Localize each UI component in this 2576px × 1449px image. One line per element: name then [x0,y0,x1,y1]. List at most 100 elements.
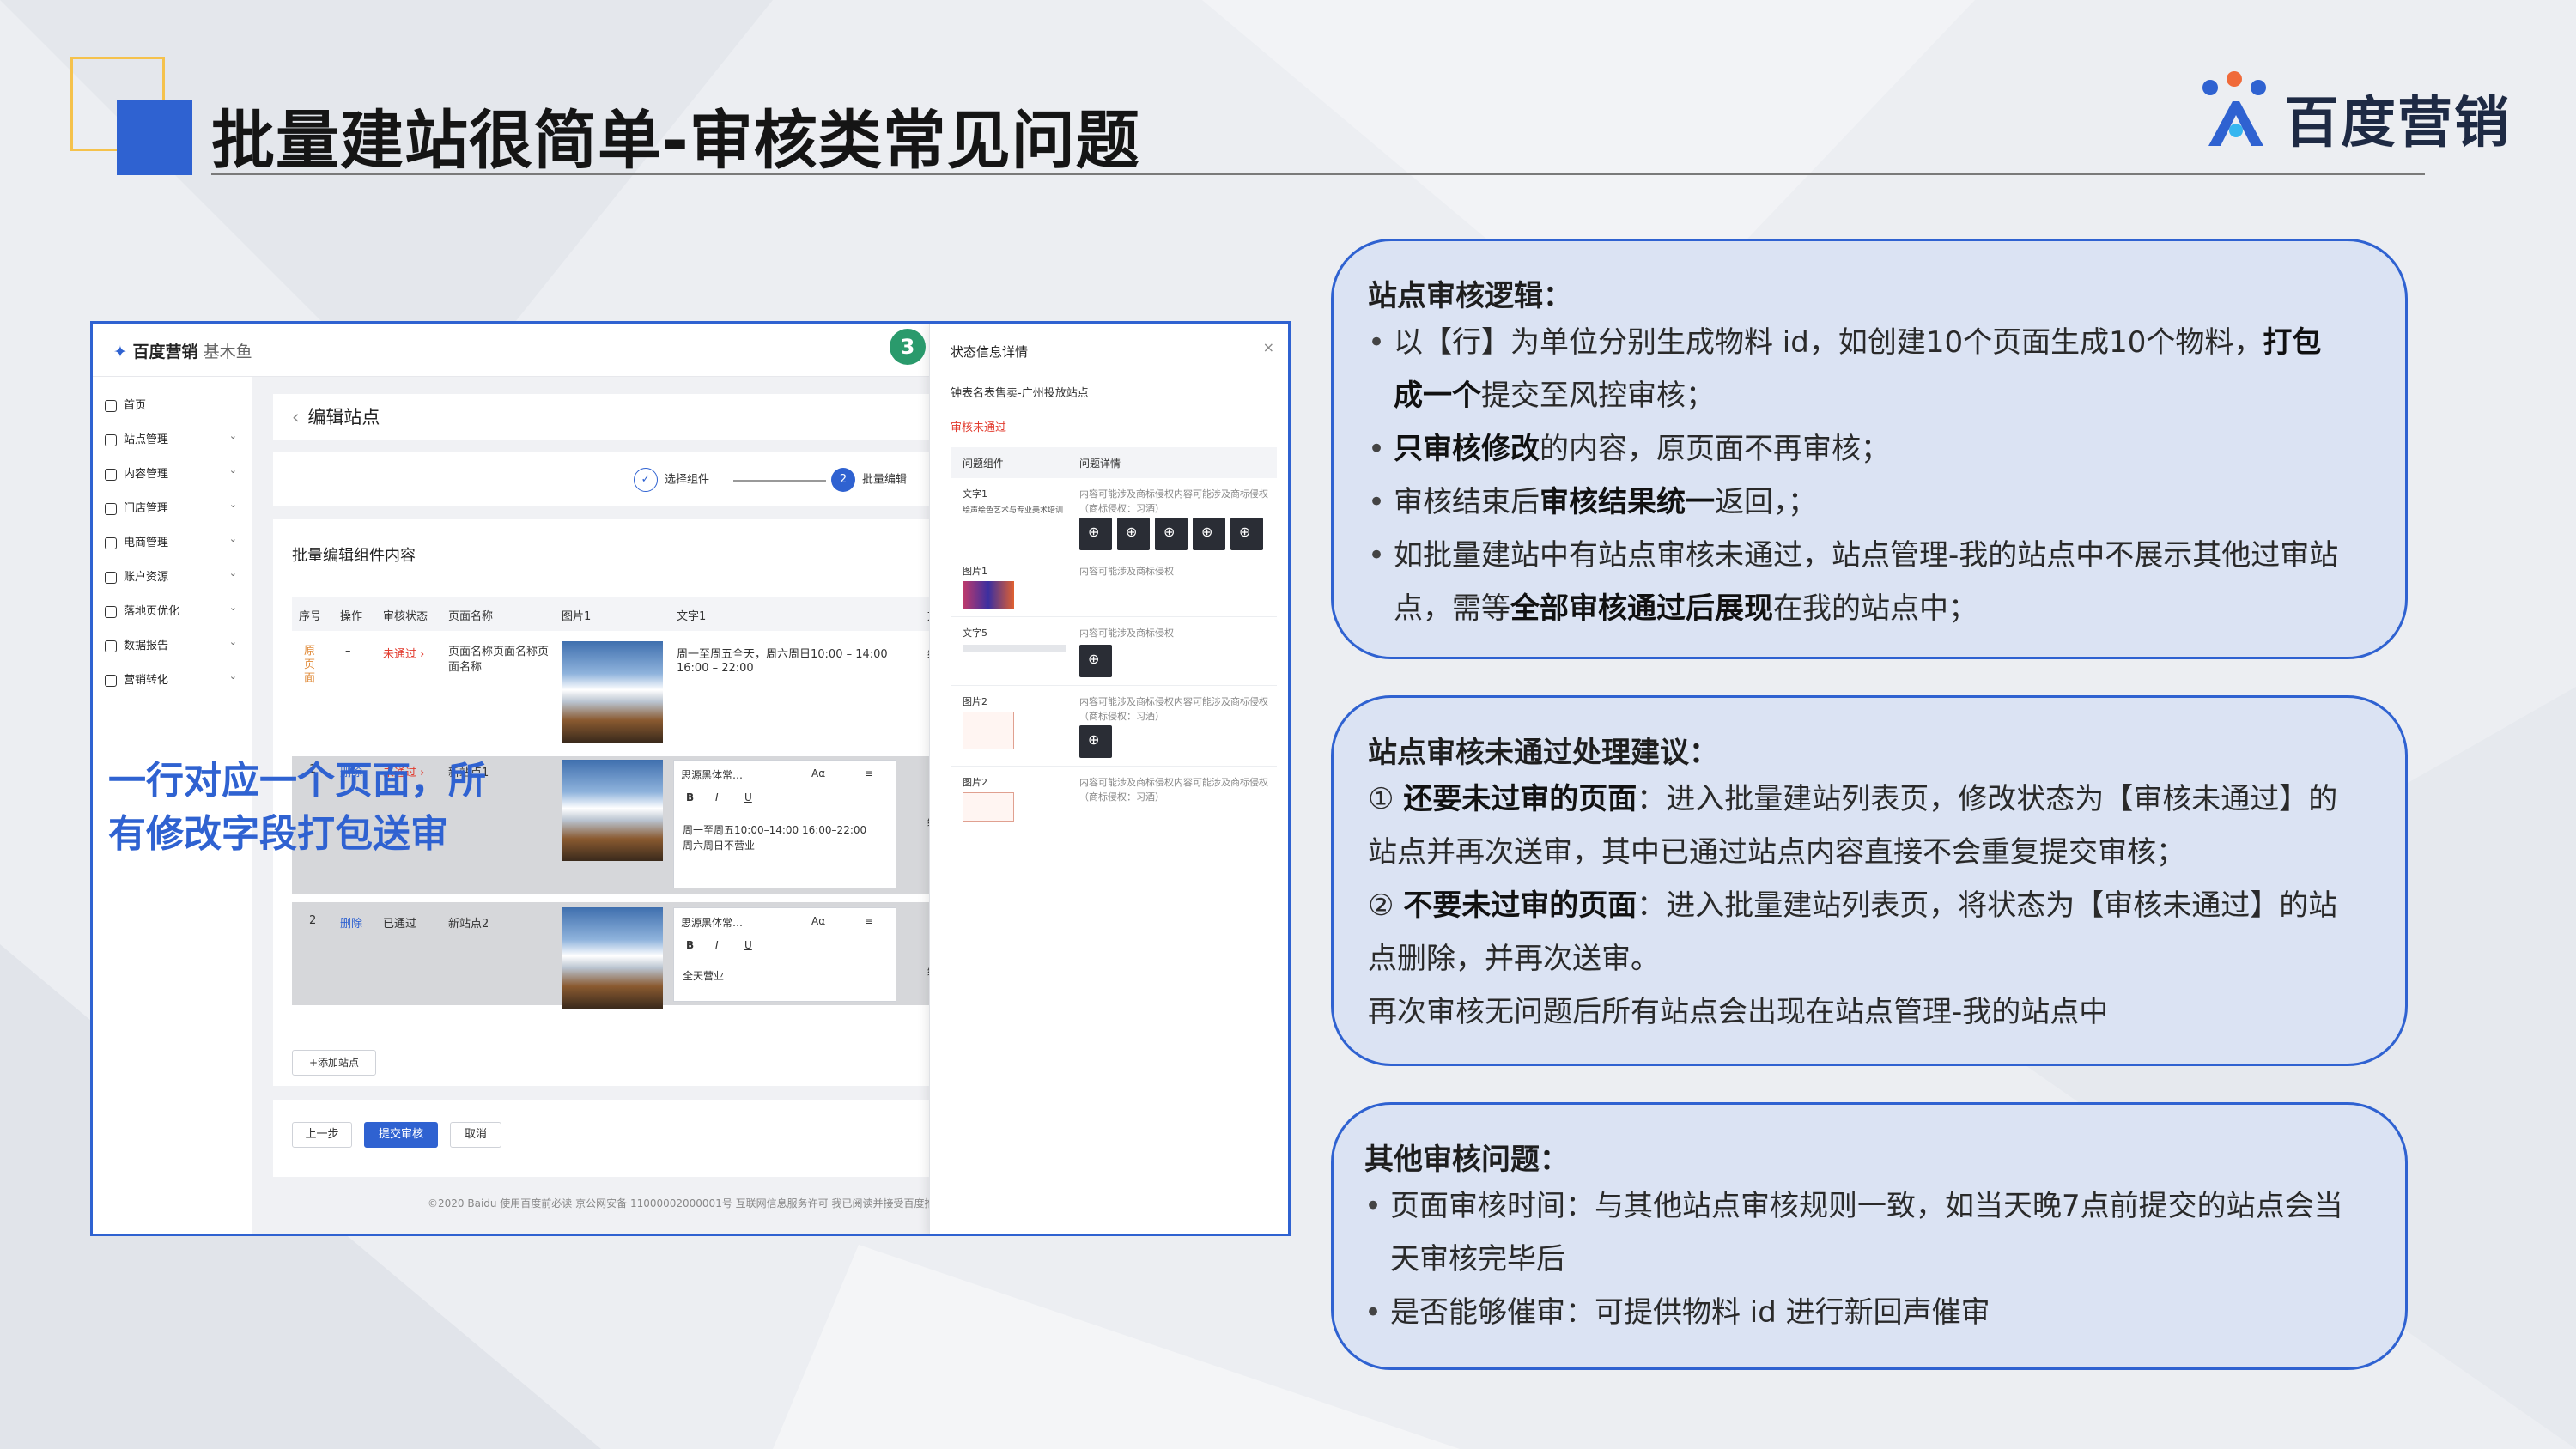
baidu-marketing-logo-icon [2202,71,2266,146]
mountain-photo[interactable] [562,907,663,1009]
line-text: 天审核完毕后 [1390,1242,1565,1276]
font-size-select[interactable]: Aα [811,767,825,779]
cancel-button[interactable]: 取消 [450,1122,501,1148]
bullet-icon: • [1368,485,1386,519]
gear-icon [105,674,117,687]
sidebar-item-label: 站点管理 [124,433,169,446]
text-preview [963,645,1066,652]
zoom-thumbnail[interactable] [1155,518,1188,550]
align-select[interactable]: ≡ [865,915,873,927]
zoom-thumbnail[interactable] [1079,645,1112,677]
prev-step-button[interactable]: 上一步 [292,1122,352,1148]
underline-button[interactable]: U [744,939,752,951]
submit-review-button[interactable]: 提交审核 [364,1122,438,1148]
sidebar-item-account[interactable]: 账户资源 ⌄ [105,567,244,593]
row-callout: 一行对应一个页面，所 有修改字段打包送审 [108,755,486,861]
panel-line: • 如批量建站中有站点审核未通过，站点管理-我的站点中不展示其他过审站 [1368,529,2405,582]
bullet-icon: • [1364,1189,1382,1223]
status-badge[interactable]: 未通过 › [383,645,424,661]
zoom-thumbnail[interactable] [1193,518,1225,550]
line-text: ：进入批量建站列表页，修改状态为【审核未通过】的 [1637,782,2338,816]
app-logo-icon: ✦ [113,343,127,361]
mountain-photo[interactable] [562,641,663,743]
italic-button[interactable]: I [715,939,719,951]
image-preview[interactable] [963,581,1014,609]
rich-text-editor[interactable]: 思源黑体常… Aα ≡ B I U 周一至周五10:00–14:00 16:00… [673,760,896,888]
line-text: 以【行】为单位分别生成物料 id，如创建10个页面生成10个物料， [1394,325,2263,360]
line-text: ① [1368,782,1404,816]
column-header: 序号 [299,610,322,623]
font-size-select[interactable]: Aα [811,915,825,927]
issue-component: 文字5 [963,627,987,639]
panel-line: 再次审核无问题后所有站点会出现在站点管理-我的站点中 [1368,985,2405,1039]
issue-detail: 内容可能涉及商标侵权 [1079,627,1174,639]
slide-title: 批量建站很简单-审核类常见问题 [211,104,1140,178]
line-text: 站点并再次送审，其中已通过站点内容直接不会重复提交审核； [1368,835,2185,870]
chevron-down-icon: ⌄ [228,602,237,613]
column-header: 审核状态 [383,610,428,623]
panel-title: 站点审核未通过处理建议： [1368,736,1718,770]
account-icon [105,571,117,584]
add-site-button[interactable]: +添加站点 [292,1050,376,1076]
issue-component: 图片2 [963,696,987,707]
review-logic-panel: 站点审核逻辑： • 以【行】为单位分别生成物料 id，如创建10个页面生成10个物… [1331,239,2408,659]
sidebar-item-content[interactable]: 内容管理 ⌄ [105,464,244,490]
issue-component-sub: 绘声绘色艺术与专业美术培训 [963,506,1064,515]
zoom-thumbnail[interactable] [1079,518,1112,550]
line-text: 如批量建站中有站点审核未通过，站点管理-我的站点中不展示其他过审站 [1394,538,2339,573]
text-line: 16:00 – 22:00 [677,662,754,675]
image-preview[interactable] [963,712,1014,749]
delete-link[interactable]: 删除 [340,914,362,931]
home-icon [105,399,117,412]
column-header: 操作 [340,610,363,623]
sidebar-item-landing[interactable]: 落地页优化 ⌄ [105,602,244,627]
sidebar-item-conversion[interactable]: 营销转化 ⌄ [105,670,244,696]
sidebar-item-report[interactable]: 数据报告 ⌄ [105,636,244,662]
align-select[interactable]: ≡ [865,767,873,779]
issue-detail: 内容可能涉及商标侵权内容可能涉及商标侵权（商标侵权：习酒） [1079,777,1268,803]
brand-logo-text: 百度营销 [2284,92,2511,155]
rich-text-editor[interactable]: 思源黑体常… Aα ≡ B I U 全天营业 [673,907,896,1002]
chevron-down-icon: ⌄ [228,670,237,682]
bold-button[interactable]: B [686,791,694,803]
panel-line: • 以【行】为单位分别生成物料 id，如创建10个页面生成10个物料，打包 [1368,316,2405,369]
close-icon[interactable]: × [1263,339,1274,355]
back-icon[interactable]: ‹ [292,407,299,427]
underline-button[interactable]: U [744,791,752,803]
line-text: 点删除，并再次送审。 [1368,942,1660,976]
zoom-thumbnail[interactable] [1079,725,1112,758]
sidebar-item-label: 电商管理 [124,537,169,549]
font-select[interactable]: 思源黑体常… [681,915,743,930]
step-number: 2 [831,468,855,492]
step-batch-edit[interactable]: 2 批量编辑 [831,468,907,492]
emphasis-text: 不要未过审的页面 [1403,888,1637,923]
bullet-icon: • [1368,432,1386,466]
step-select-component[interactable]: ✓ 选择组件 [634,468,709,492]
copyright-text: ©2020 Baidu 使用百度前必读 京公网安备 11000002000001… [428,1197,956,1210]
chevron-down-icon: ⌄ [228,533,237,544]
sidebar-item-site[interactable]: 站点管理 ⌄ [105,430,244,456]
panel-line: • 是否能够催审：可提供物料 id 进行新回声催审 [1364,1286,2405,1339]
sidebar-item-home[interactable]: 首页 [105,396,244,421]
line-text: 返回，； [1715,485,1817,519]
sidebar-item-label: 落地页优化 [124,605,180,618]
zoom-thumbnail[interactable] [1230,518,1263,550]
app-logo[interactable]: ✦ 百度营销 基木鱼 [113,339,252,362]
sidebar-item-label: 首页 [124,399,147,412]
title-decoration-square [117,100,192,175]
bullet-icon: • [1368,325,1386,360]
font-select[interactable]: 思源黑体常… [681,767,743,782]
bold-button[interactable]: B [686,939,694,951]
row-op: – [345,645,351,658]
column-header: 文字1 [677,610,707,623]
site-name-input[interactable]: 新站点2 [448,914,489,931]
italic-button[interactable]: I [715,791,719,803]
image-preview[interactable] [963,792,1014,822]
mountain-photo[interactable] [562,760,663,861]
sidebar-item-store[interactable]: 门店管理 ⌄ [105,499,244,524]
line-text: 是否能够催审：可提供物料 id 进行新回声催审 [1390,1295,1990,1330]
step-badge: 3 [890,329,926,365]
status-badge[interactable]: 已通过 [383,914,416,931]
sidebar-item-ecommerce[interactable]: 电商管理 ⌄ [105,533,244,559]
zoom-thumbnail[interactable] [1117,518,1150,550]
